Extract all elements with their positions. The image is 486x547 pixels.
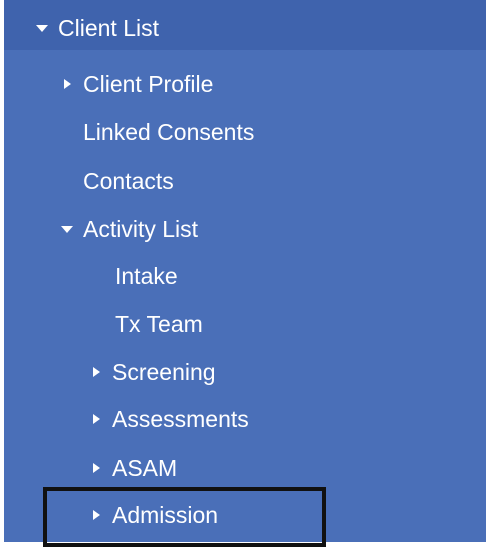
nav-item-label: Client Profile: [83, 70, 214, 97]
triangle-right-icon[interactable]: [88, 460, 104, 476]
nav-item-tx-team[interactable]: Tx Team: [115, 306, 203, 342]
nav-item-label: ASAM: [112, 454, 178, 481]
triangle-right-icon[interactable]: [88, 411, 104, 427]
triangle-right-icon[interactable]: [88, 364, 104, 380]
nav-item-activity-list[interactable]: Activity List: [59, 211, 198, 247]
nav-item-contacts[interactable]: Contacts: [83, 163, 174, 199]
nav-item-admission[interactable]: Admission: [88, 497, 218, 533]
nav-item-asam[interactable]: ASAM: [88, 450, 177, 486]
nav-item-client-profile[interactable]: Client Profile: [59, 66, 213, 102]
nav-item-linked-consents[interactable]: Linked Consents: [83, 114, 254, 150]
triangle-right-icon[interactable]: [59, 76, 75, 92]
nav-item-client-list[interactable]: Client List: [34, 10, 159, 46]
nav-item-label: Screening: [112, 358, 216, 385]
nav-item-screening[interactable]: Screening: [88, 354, 216, 390]
nav-item-label: Client List: [58, 14, 159, 41]
triangle-down-icon[interactable]: [34, 20, 50, 36]
triangle-down-icon[interactable]: [59, 221, 75, 237]
triangle-right-icon[interactable]: [88, 507, 104, 523]
nav-item-label: Activity List: [83, 215, 199, 242]
nav-item-assessments[interactable]: Assessments: [88, 401, 249, 437]
nav-item-intake[interactable]: Intake: [115, 258, 178, 294]
nav-item-label: Contacts: [83, 167, 174, 194]
nav-item-label: Assessments: [112, 405, 249, 432]
nav-item-label: Admission: [112, 501, 219, 528]
nav-item-label: Tx Team: [115, 310, 203, 337]
nav-item-label: Intake: [115, 262, 178, 289]
nav-item-label: Linked Consents: [83, 118, 255, 145]
